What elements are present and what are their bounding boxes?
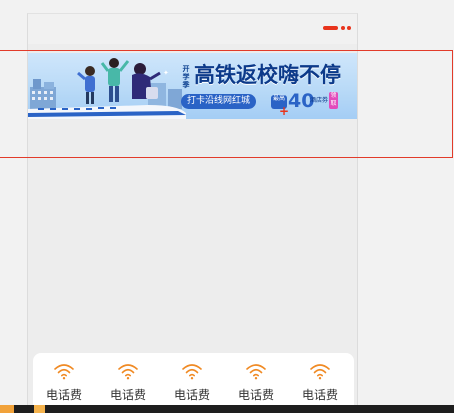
service-label: 电话费 xyxy=(301,388,338,402)
service-item[interactable]: 电话费 xyxy=(33,353,97,413)
wifi-signal-icon xyxy=(54,364,74,380)
coupon-unit: 酒店券 xyxy=(310,97,329,104)
taskbar-app-icon[interactable] xyxy=(34,405,45,413)
service-label: 电话费 xyxy=(109,388,146,402)
service-item[interactable]: 电话费 xyxy=(161,353,225,413)
service-bar: 电话费 电话费 电话费 电话费 电话费 xyxy=(33,353,354,413)
banner-coupon: 最高 40 酒店券 + xyxy=(271,90,335,118)
page: ✦ 开学季 高铁返校嗨不停 打卡沿线网红城 最高 40 酒店券 + 领取 电话费 xyxy=(0,0,454,413)
taskbar-app-icon[interactable] xyxy=(0,405,14,413)
more-dots-icon[interactable] xyxy=(323,25,353,31)
promo-banner[interactable]: ✦ 开学季 高铁返校嗨不停 打卡沿线网红城 最高 40 酒店券 + 领取 xyxy=(28,53,357,119)
banner-illustration: ✦ xyxy=(28,58,186,119)
phone-header xyxy=(28,14,357,44)
more-dot xyxy=(341,26,345,30)
svg-text:✦: ✦ xyxy=(163,69,169,77)
service-label: 电话费 xyxy=(45,388,82,402)
wifi-signal-icon xyxy=(118,364,138,380)
service-item[interactable]: 电话费 xyxy=(289,353,353,413)
service-label: 电话费 xyxy=(173,388,210,402)
wifi-signal-icon xyxy=(310,364,330,380)
more-dash xyxy=(323,26,338,30)
banner-kicker: 开学季 xyxy=(182,65,190,89)
plus-icon: + xyxy=(279,104,290,118)
wifi-signal-icon xyxy=(182,364,202,380)
service-item[interactable]: 电话费 xyxy=(225,353,289,413)
service-label: 电话费 xyxy=(237,388,274,402)
service-item[interactable]: 电话费 xyxy=(97,353,161,413)
taskbar-strip xyxy=(0,405,454,413)
banner-subtitle-pill: 打卡沿线网红城 xyxy=(181,94,257,109)
banner-claim-badge[interactable]: 领取 xyxy=(329,92,338,109)
banner-headline: 高铁返校嗨不停 xyxy=(194,63,341,87)
more-dot xyxy=(347,26,351,30)
wifi-signal-icon xyxy=(246,364,266,380)
